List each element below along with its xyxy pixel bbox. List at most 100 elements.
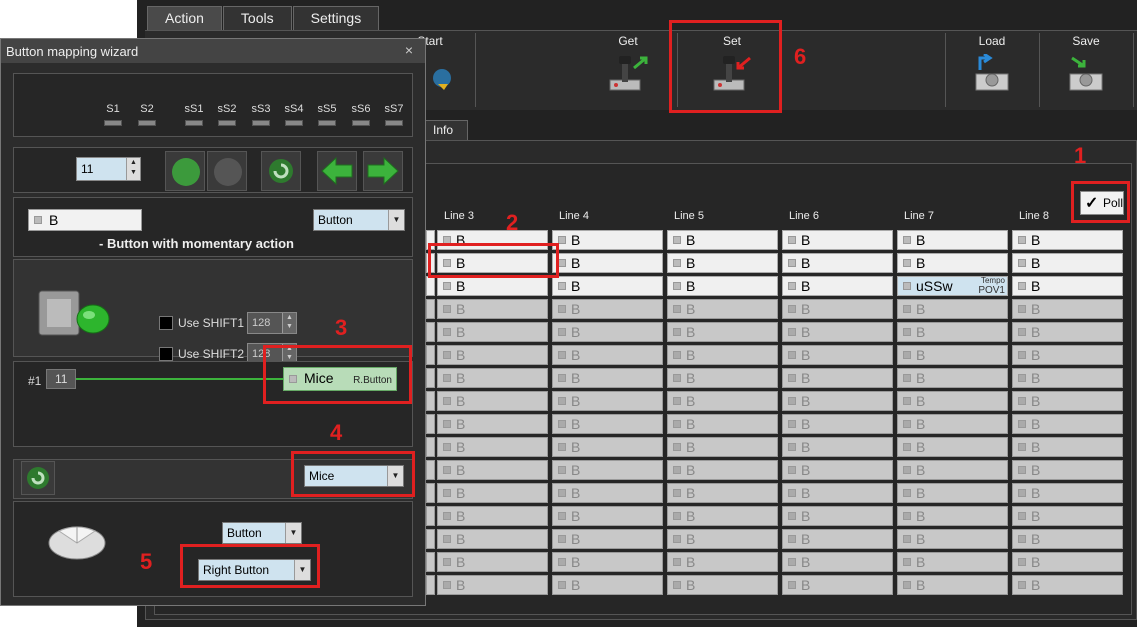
grid-cell[interactable]: B: [667, 529, 778, 549]
grid-cell[interactable]: [426, 299, 435, 319]
shift1-spinner[interactable]: 128 ▲ ▼: [247, 312, 297, 334]
grid-cell[interactable]: B: [782, 299, 893, 319]
grid-cell[interactable]: B: [1012, 391, 1123, 411]
grid-cell[interactable]: B: [897, 460, 1008, 480]
grid-cell[interactable]: B: [1012, 437, 1123, 457]
grid-cell[interactable]: [426, 506, 435, 526]
grid-cell[interactable]: B: [667, 483, 778, 503]
grid-cell[interactable]: B: [782, 437, 893, 457]
button-field[interactable]: B: [28, 209, 142, 231]
grid-cell[interactable]: B: [552, 552, 663, 572]
grid-cell[interactable]: B: [667, 552, 778, 572]
grid-cell[interactable]: B: [437, 460, 548, 480]
grid-cell[interactable]: B: [552, 483, 663, 503]
grid-cell[interactable]: B: [437, 529, 548, 549]
grid-cell[interactable]: B: [782, 460, 893, 480]
device-reset-button[interactable]: [21, 461, 55, 495]
grid-cell[interactable]: B: [897, 368, 1008, 388]
grid-cell[interactable]: [426, 552, 435, 572]
grid-cell[interactable]: B: [782, 345, 893, 365]
grid-cell[interactable]: [426, 322, 435, 342]
save-button[interactable]: Save: [1041, 31, 1131, 109]
grid-cell[interactable]: [426, 391, 435, 411]
grid-cell[interactable]: B: [552, 299, 663, 319]
tab-settings[interactable]: Settings: [292, 6, 380, 30]
grid-cell[interactable]: [426, 345, 435, 365]
grid-cell[interactable]: [426, 529, 435, 549]
grid-cell[interactable]: B: [1012, 414, 1123, 434]
use-shift1-checkbox[interactable]: [159, 316, 173, 330]
grid-cell[interactable]: B: [897, 230, 1008, 250]
grid-cell[interactable]: B: [782, 529, 893, 549]
grid-cell[interactable]: B: [552, 368, 663, 388]
grid-cell[interactable]: uSSw Tempo POV1: [897, 276, 1008, 296]
grid-cell[interactable]: B: [437, 391, 548, 411]
grid-cell[interactable]: B: [897, 437, 1008, 457]
grid-cell[interactable]: B: [782, 483, 893, 503]
grid-cell[interactable]: B: [897, 529, 1008, 549]
grid-cell[interactable]: [426, 483, 435, 503]
previous-button[interactable]: [317, 151, 357, 191]
grid-cell[interactable]: B: [1012, 529, 1123, 549]
reset-button[interactable]: [261, 151, 301, 191]
grid-cell[interactable]: B: [1012, 299, 1123, 319]
grid-cell[interactable]: [426, 276, 435, 296]
grid-cell[interactable]: B: [552, 230, 663, 250]
grid-cell[interactable]: B: [897, 506, 1008, 526]
grid-cell[interactable]: B: [782, 276, 893, 296]
grid-cell[interactable]: B: [1012, 230, 1123, 250]
grid-cell[interactable]: B: [897, 391, 1008, 411]
grid-cell[interactable]: B: [897, 483, 1008, 503]
grid-cell[interactable]: B: [552, 437, 663, 457]
grid-cell[interactable]: B: [897, 322, 1008, 342]
grid-cell[interactable]: B: [667, 230, 778, 250]
grid-cell[interactable]: B: [437, 506, 548, 526]
button-number-spinner[interactable]: 11 ▲ ▼: [76, 157, 141, 181]
mouse-type-combo[interactable]: Button ▼: [222, 522, 302, 544]
grid-cell[interactable]: B: [552, 506, 663, 526]
grid-cell[interactable]: [426, 460, 435, 480]
grid-cell[interactable]: B: [897, 575, 1008, 595]
grid-cell[interactable]: B: [1012, 368, 1123, 388]
grid-cell[interactable]: B: [667, 437, 778, 457]
grid-cell[interactable]: B: [897, 253, 1008, 273]
grid-cell[interactable]: B: [437, 368, 548, 388]
grid-cell[interactable]: B: [782, 230, 893, 250]
spinner-arrows-icon[interactable]: ▲ ▼: [282, 313, 296, 333]
grid-cell[interactable]: B: [667, 276, 778, 296]
grid-cell[interactable]: B: [897, 552, 1008, 572]
grid-cell[interactable]: B: [667, 322, 778, 342]
grid-cell[interactable]: [426, 368, 435, 388]
grid-cell[interactable]: B: [782, 253, 893, 273]
grid-cell[interactable]: B: [782, 575, 893, 595]
grid-cell[interactable]: B: [552, 460, 663, 480]
grid-cell[interactable]: B: [1012, 276, 1123, 296]
grid-cell[interactable]: B: [782, 414, 893, 434]
copy-button[interactable]: [165, 151, 205, 191]
grid-cell[interactable]: B: [552, 414, 663, 434]
grid-cell[interactable]: B: [437, 345, 548, 365]
grid-cell[interactable]: B: [437, 322, 548, 342]
grid-cell[interactable]: B: [667, 414, 778, 434]
grid-cell[interactable]: [426, 575, 435, 595]
grid-cell[interactable]: B: [437, 299, 548, 319]
grid-cell[interactable]: B: [1012, 460, 1123, 480]
grid-cell[interactable]: B: [552, 529, 663, 549]
grid-cell[interactable]: B: [667, 299, 778, 319]
grid-cell[interactable]: B: [782, 322, 893, 342]
grid-cell[interactable]: B: [1012, 322, 1123, 342]
grid-cell[interactable]: B: [667, 345, 778, 365]
grid-cell[interactable]: B: [437, 552, 548, 572]
grid-cell[interactable]: B: [552, 322, 663, 342]
grid-cell[interactable]: B: [897, 414, 1008, 434]
next-button[interactable]: [363, 151, 403, 191]
tab-tools[interactable]: Tools: [222, 6, 292, 30]
grid-cell[interactable]: B: [782, 368, 893, 388]
grid-cell[interactable]: B: [897, 345, 1008, 365]
grid-cell[interactable]: B: [1012, 483, 1123, 503]
grid-cell[interactable]: B: [437, 483, 548, 503]
grid-cell[interactable]: B: [552, 276, 663, 296]
grid-cell[interactable]: B: [782, 552, 893, 572]
grid-cell[interactable]: B: [552, 575, 663, 595]
grid-cell[interactable]: B: [552, 253, 663, 273]
